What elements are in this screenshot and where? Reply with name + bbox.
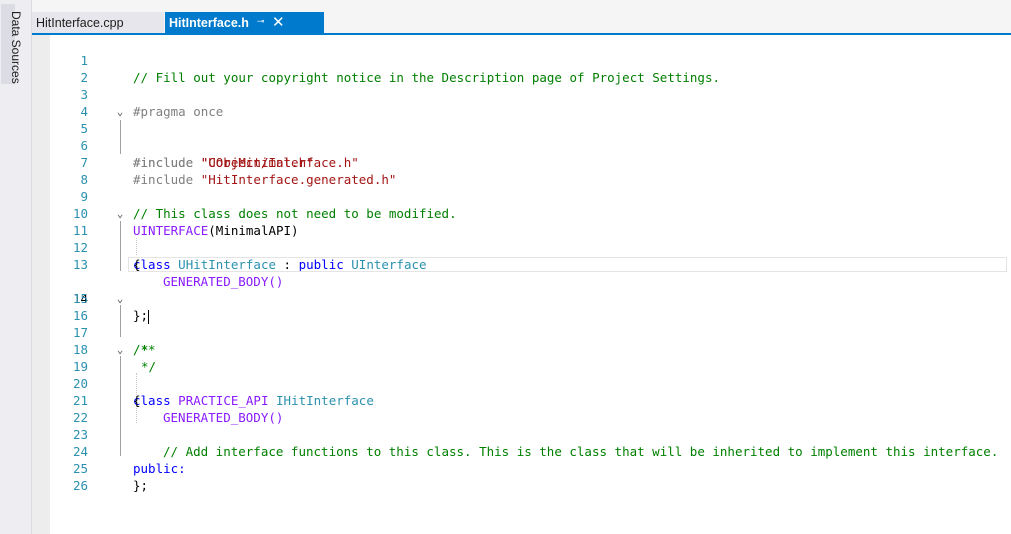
code-line: 4 — [32, 86, 1011, 119]
code-line: 22 — [32, 392, 1011, 425]
chevron-down-icon[interactable]: ⌄ — [114, 205, 126, 222]
chevron-down-icon[interactable]: ⌄ — [114, 103, 126, 120]
code-line: 3 #pragma once — [32, 69, 1011, 119]
code-line: 8 — [32, 154, 1011, 187]
code-line: 24 public: — [32, 426, 1011, 476]
code-line: 7 #include "HitInterface.generated.h" — [32, 137, 1011, 187]
line-number: 26 — [72, 478, 88, 493]
code-line: 5 ⌄ #include "CoreMinimal.h" — [32, 103, 1011, 170]
code-line: 12 { — [32, 222, 1011, 272]
code-line: 20 { — [32, 358, 1011, 408]
code-line: 10 UINTERFACE(MinimalAPI) — [32, 188, 1011, 238]
tab-hitinterface-h[interactable]: HitInterface.h ⊸ ✕ — [165, 12, 324, 33]
code-line: 11 ⌄ class UHitInterface : public UInter… — [32, 205, 1011, 272]
code-line: 18 */ — [32, 324, 1011, 374]
side-panel-strip: Data Sources — [0, 0, 32, 534]
code-line-current: 14 }; — [32, 256, 1011, 324]
code-line: 21 GENERATED_BODY() — [32, 375, 1011, 425]
code-line: 25 }; — [32, 443, 1011, 493]
tab-label: HitInterface.h — [169, 15, 249, 30]
code-line: 15 — [32, 273, 1011, 306]
code-text: }; — [133, 478, 149, 493]
chevron-down-icon[interactable]: ⌄ — [114, 290, 126, 307]
code-line: 2 — [32, 52, 1011, 85]
code-line: 1 // Fill out your copyright notice in t… — [32, 35, 1011, 85]
code-line: 19 ⌄ class PRACTICE_API IHitInterface — [32, 341, 1011, 408]
data-sources-label[interactable]: Data Sources — [9, 11, 23, 84]
code-line: 23 // Add interface functions to this cl… — [32, 409, 1011, 459]
tab-label: HitInterface.cpp — [36, 15, 124, 30]
code-line: 26 — [32, 460, 1011, 493]
code-editor[interactable]: 1 // Fill out your copyright notice in t… — [32, 35, 1011, 534]
current-line-highlight — [128, 257, 1007, 272]
code-line: 13 GENERATED_BODY() — [32, 239, 1011, 289]
pin-icon[interactable]: ⊸ — [257, 16, 265, 27]
code-line: 16 ⌄ /** — [32, 290, 1011, 357]
chevron-down-icon[interactable]: ⌄ — [114, 341, 126, 358]
code-line: 9 // This class does not need to be modi… — [32, 171, 1011, 221]
code-line: 6 #include "UObject/Interface.h" — [32, 120, 1011, 170]
close-icon[interactable]: ✕ — [272, 13, 285, 31]
tab-hitinterface-cpp[interactable]: HitInterface.cpp — [32, 12, 164, 33]
document-tab-bar: HitInterface.cpp HitInterface.h ⊸ ✕ — [32, 0, 1011, 35]
code-line: 17 * — [32, 307, 1011, 357]
